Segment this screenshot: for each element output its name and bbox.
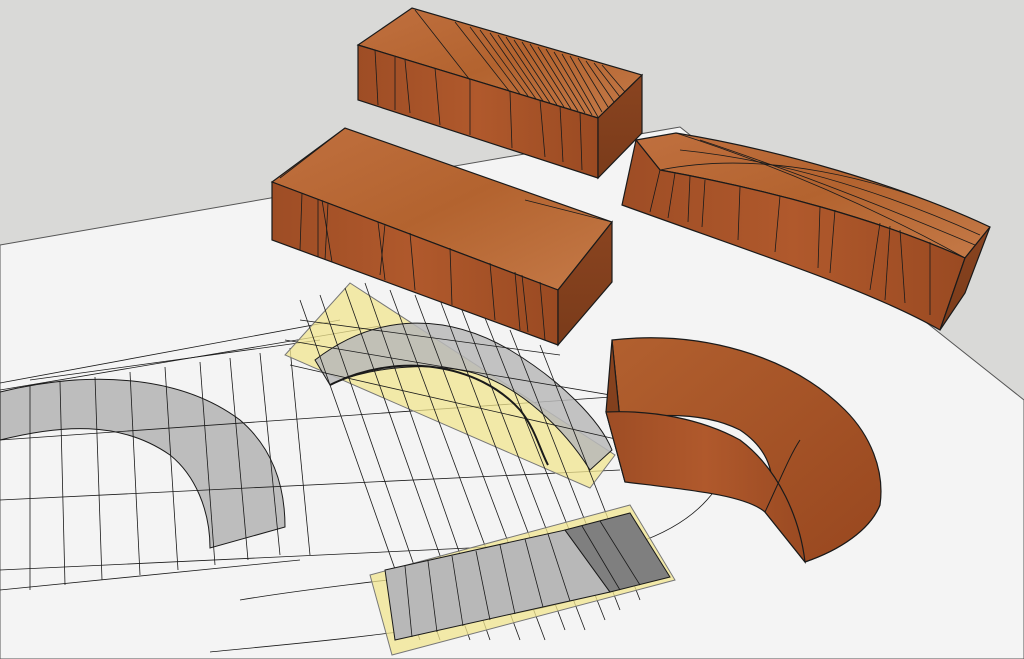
model-canvas bbox=[0, 7, 1024, 659]
3d-model-viewport[interactable] bbox=[0, 0, 1024, 659]
